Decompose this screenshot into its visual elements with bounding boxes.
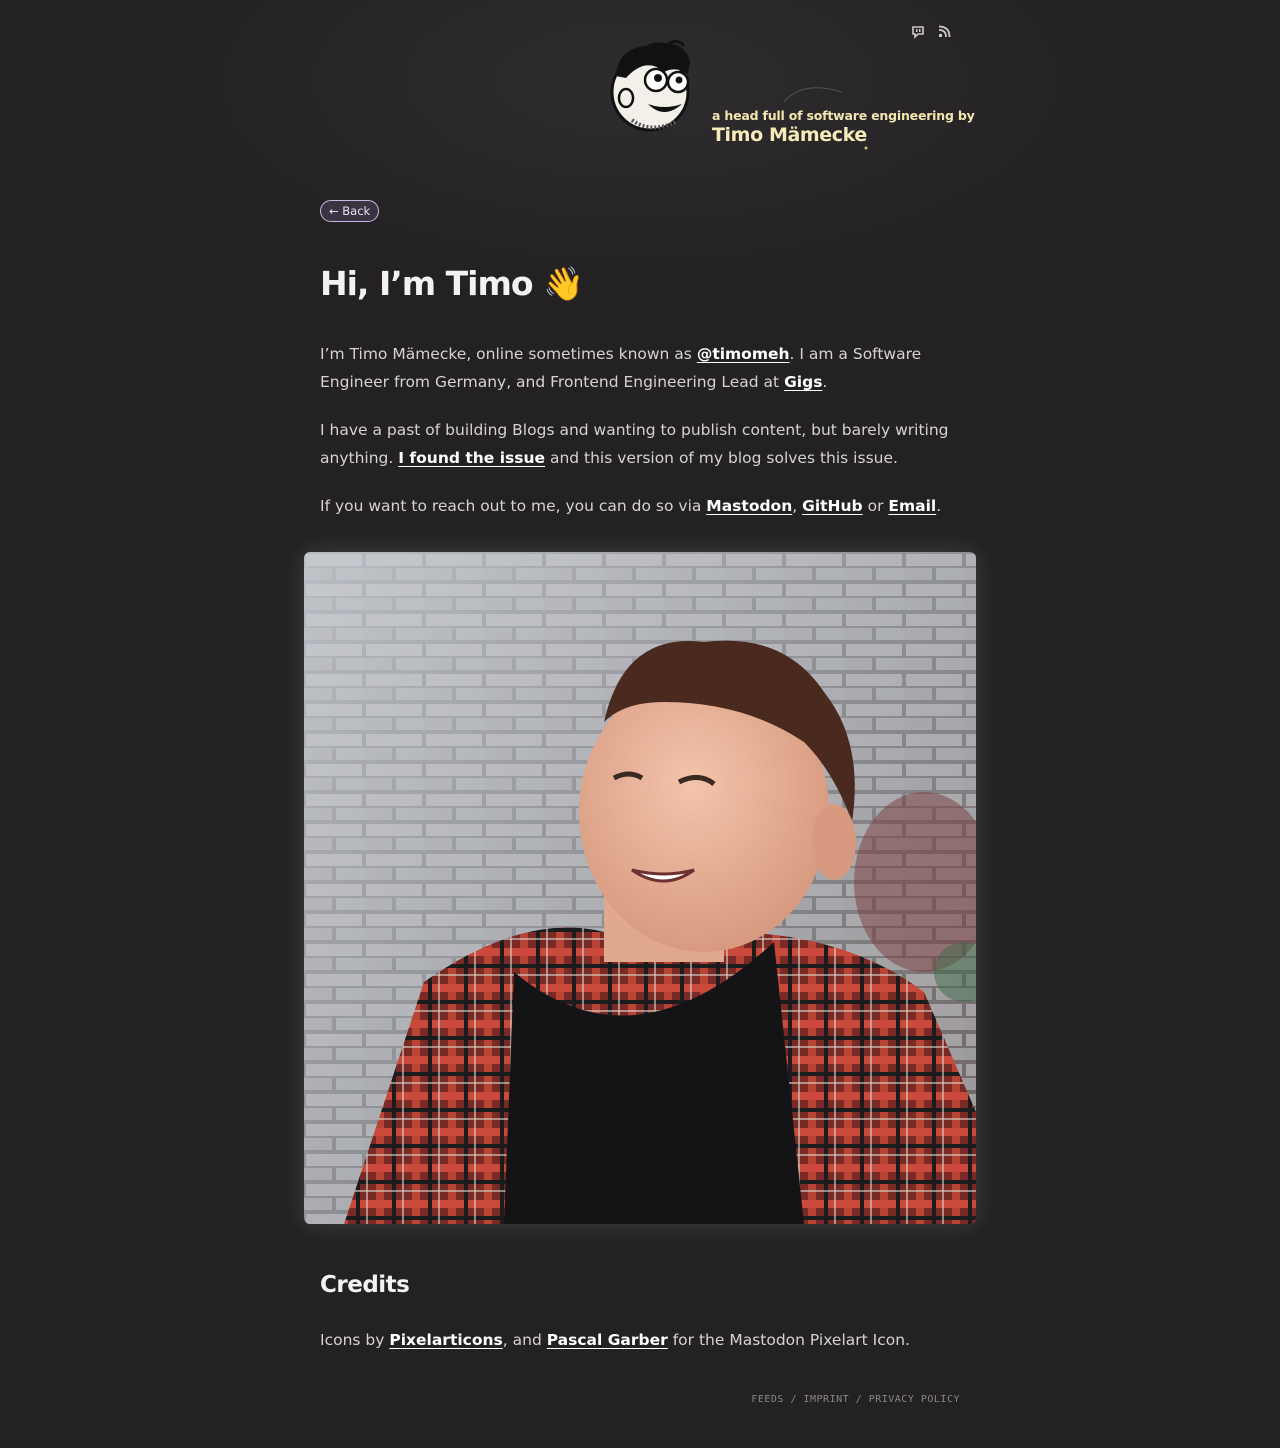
text: or xyxy=(862,497,889,515)
privacy-policy-link[interactable]: PRIVACY POLICY xyxy=(869,1394,960,1405)
text: , and xyxy=(502,1331,547,1349)
site-header: a head full of software engineering by T… xyxy=(606,38,975,158)
credits-text: Icons by Pixelarticons, and Pascal Garbe… xyxy=(320,1326,910,1354)
blog-paragraph: I have a past of building Blogs and want… xyxy=(320,416,960,472)
github-link[interactable]: GitHub xyxy=(802,497,863,515)
contact-paragraph: If you want to reach out to me, you can … xyxy=(320,492,960,520)
pascal-garber-link[interactable]: Pascal Garber xyxy=(547,1331,668,1349)
site-tagline: a head full of software engineering by xyxy=(712,108,975,123)
cartoon-avatar-logo[interactable] xyxy=(606,38,696,134)
footer-separator: / xyxy=(783,1394,804,1405)
footer-separator: / xyxy=(849,1394,869,1405)
portrait-photo xyxy=(304,552,976,1224)
found-issue-link[interactable]: I found the issue xyxy=(398,449,545,467)
text: Icons by xyxy=(320,1331,390,1349)
feeds-link[interactable]: FEEDS xyxy=(751,1394,784,1405)
text: If you want to reach out to me, you can … xyxy=(320,497,707,515)
about-content: I’m Timo Mämecke, online sometimes known… xyxy=(320,340,960,540)
intro-paragraph: I’m Timo Mämecke, online sometimes known… xyxy=(320,340,960,396)
credits-heading: Credits xyxy=(320,1272,410,1298)
pixelarticons-link[interactable]: Pixelarticons xyxy=(389,1331,502,1349)
footer-links: FEEDS / IMPRINT / PRIVACY POLICY xyxy=(751,1394,960,1405)
text: for the Mastodon Pixelart Icon. xyxy=(667,1331,910,1349)
gigs-link[interactable]: Gigs xyxy=(784,373,822,391)
imprint-link[interactable]: IMPRINT xyxy=(803,1394,849,1405)
text: I’m Timo Mämecke, online sometimes known… xyxy=(320,345,697,363)
page-title: Hi, I’m Timo 👋 xyxy=(320,264,584,303)
back-button[interactable]: ← Back xyxy=(320,200,380,222)
text: . xyxy=(936,497,942,515)
text: and this version of my blog solves this … xyxy=(545,449,898,467)
timomeh-link[interactable]: @timomeh xyxy=(697,345,790,363)
text: , xyxy=(792,497,803,515)
text: . xyxy=(822,373,828,391)
mastodon-link[interactable]: Mastodon xyxy=(706,497,792,515)
site-name[interactable]: Timo Mämecke xyxy=(712,124,867,146)
email-link[interactable]: Email xyxy=(888,497,936,515)
